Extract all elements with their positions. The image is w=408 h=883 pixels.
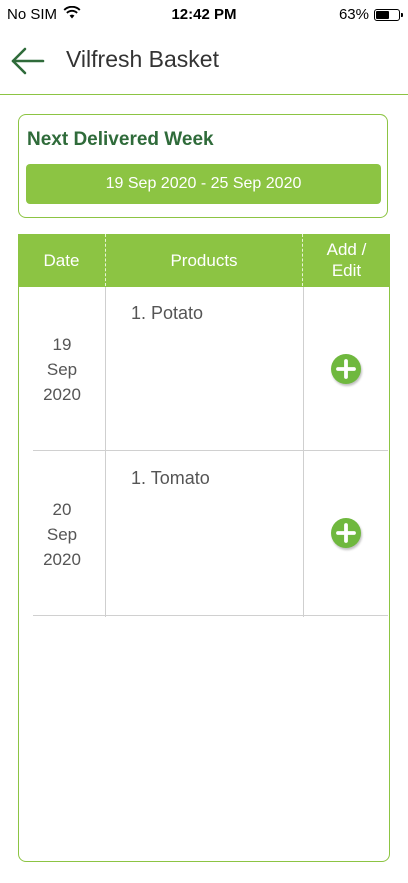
- add-edit-button[interactable]: [331, 354, 361, 384]
- add-edit-button[interactable]: [331, 518, 361, 548]
- table-row: 20 Sep 2020 1. Tomato: [19, 452, 388, 616]
- battery-tip: [401, 12, 403, 17]
- table-body[interactable]: 19 Sep 2020 1. Potato 20 Sep 2020 1. Tom…: [18, 286, 390, 862]
- battery-percent: 63%: [338, 6, 369, 23]
- next-delivered-week-card: Next Delivered Week 19 Sep 2020 - 25 Sep…: [18, 114, 388, 218]
- battery-fill: [376, 10, 389, 19]
- date-year: 2020: [43, 384, 81, 404]
- table-row: 19 Sep 2020 1. Potato: [19, 287, 388, 451]
- row-date: 19 Sep 2020: [19, 287, 105, 451]
- week-range-button[interactable]: 19 Sep 2020 - 25 Sep 2020: [26, 164, 381, 204]
- column-header-add-edit: Add / Edit: [303, 234, 390, 286]
- row-divider: [33, 615, 388, 616]
- week-card-title: Next Delivered Week: [27, 129, 214, 150]
- date-year: 2020: [43, 549, 81, 569]
- product-item: 1. Tomato: [131, 468, 210, 488]
- date-month: Sep: [46, 359, 78, 379]
- status-right: 63%: [338, 6, 403, 23]
- add-edit-header-line2: Edit: [331, 261, 362, 280]
- add-edit-header-line1: Add /: [326, 240, 367, 259]
- date-month: Sep: [46, 524, 78, 544]
- battery-icon: [374, 8, 403, 21]
- app-header: Vilfresh Basket: [0, 30, 408, 95]
- plus-circle-icon: [336, 359, 356, 379]
- column-header-date: Date: [43, 250, 80, 270]
- product-item: 1. Potato: [131, 303, 204, 323]
- plus-circle-icon: [336, 523, 356, 543]
- table-header: Date Products Add / Edit: [18, 234, 390, 286]
- back-button[interactable]: [8, 42, 48, 80]
- arrow-left-icon: [11, 47, 45, 75]
- date-day: 20: [52, 499, 72, 519]
- row-date: 20 Sep 2020: [19, 452, 105, 616]
- date-day: 19: [52, 334, 72, 354]
- row-divider: [33, 450, 388, 451]
- page-title: Vilfresh Basket: [66, 46, 219, 72]
- status-bar: No SIM 12:42 PM 63%: [0, 0, 408, 30]
- column-header-products: Products: [170, 250, 238, 270]
